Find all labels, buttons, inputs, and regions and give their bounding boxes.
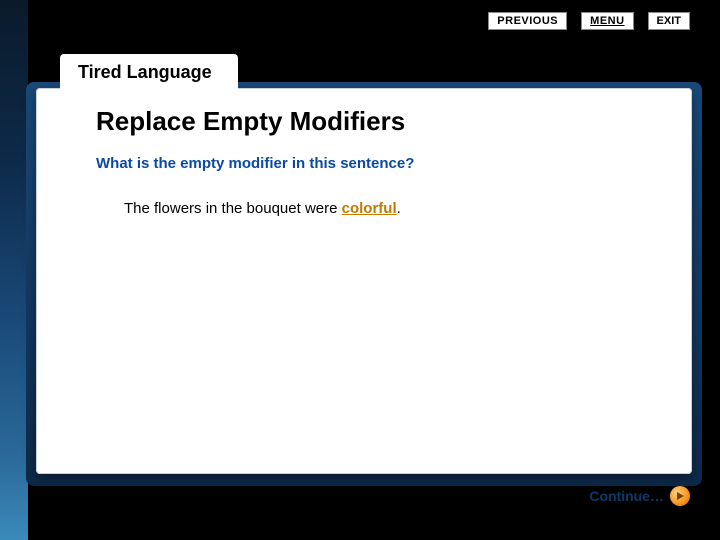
menu-button[interactable]: MENU [581,12,633,30]
page-heading: Replace Empty Modifiers [96,106,642,137]
exit-button[interactable]: EXIT [648,12,690,30]
sentence-suffix: . [397,200,401,217]
content-inner: Replace Empty Modifiers What is the empt… [36,88,692,217]
lesson-tab-label: Tired Language [78,62,212,82]
top-nav: PREVIOUS MENU EXIT [488,12,690,30]
previous-button[interactable]: PREVIOUS [488,12,567,30]
lesson-tab: Tired Language [60,54,238,93]
sentence-prefix: The flowers in the bouquet were [124,200,342,217]
content-panel: Replace Empty Modifiers What is the empt… [36,88,692,474]
continue-label: Continue… [589,488,664,504]
continue-button[interactable]: Continue… [589,486,690,506]
left-gradient-strip [0,0,28,540]
play-arrow-icon [670,486,690,506]
sentence-highlight: colorful [342,200,397,217]
example-sentence: The flowers in the bouquet were colorful… [124,200,642,217]
question-text: What is the empty modifier in this sente… [96,155,642,172]
